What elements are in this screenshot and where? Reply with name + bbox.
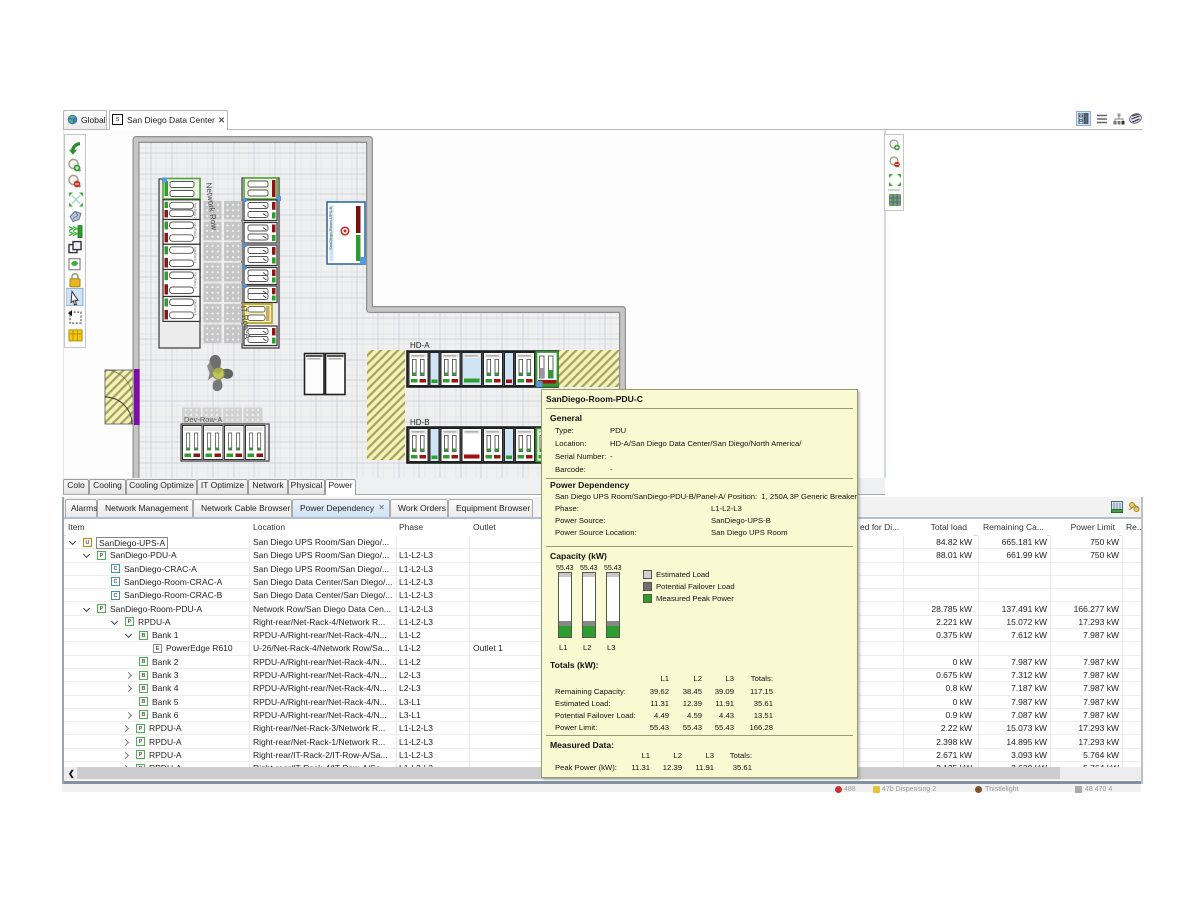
svg-text:Net-Rack 5: Net-Rack 5 (193, 273, 197, 289)
svg-text:HD-A: HD-A (410, 341, 430, 350)
svg-text:Dev-Row-A: Dev-Row-A (184, 415, 222, 424)
svg-text:Net-Rack 6: Net-Rack 6 (193, 300, 197, 316)
svg-text:Net-Rack 2: Net-Rack 2 (193, 203, 197, 219)
svg-text:Net-Rack 3: Net-Rack 3 (193, 223, 197, 239)
svg-text:HD-B: HD-B (410, 418, 430, 427)
svg-text:SanDiego-Room-UPS-B: SanDiego-Room-UPS-B (328, 207, 333, 250)
svg-text:Net-Rack 4: Net-Rack 4 (193, 247, 197, 263)
